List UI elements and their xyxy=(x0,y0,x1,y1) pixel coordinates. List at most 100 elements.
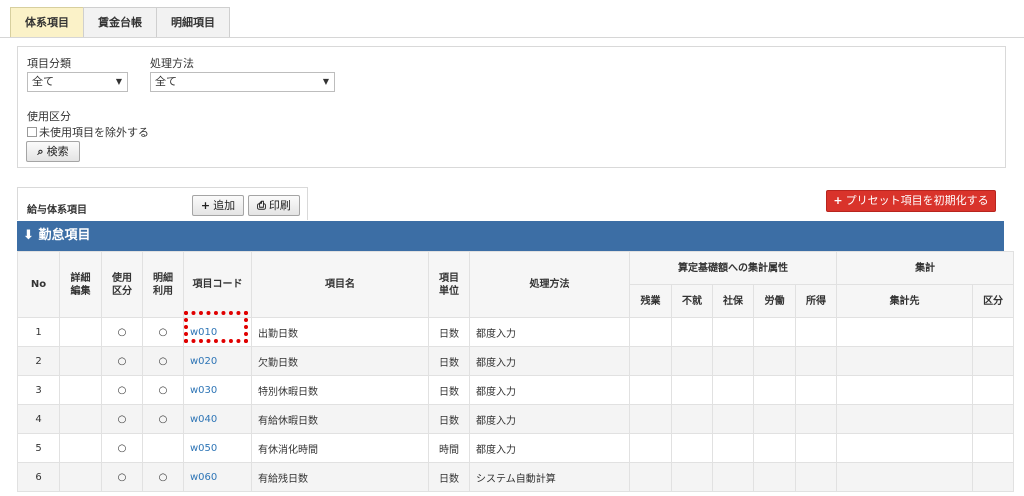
arrow-down-icon: ⬇ xyxy=(23,228,34,243)
col-header-no: No xyxy=(17,251,60,318)
cell-agg-target xyxy=(836,375,974,405)
filter-panel: 項目分類 全て ▼ 処理方法 全て ▼ 使用区分 未使用項目を除外する ⌕ 検索 xyxy=(17,46,1006,168)
col-header-detail-edit: 詳細 編集 xyxy=(59,251,102,318)
method-select-value: 全て xyxy=(155,75,177,88)
item-code-link[interactable]: w020 xyxy=(190,356,217,367)
cell-method: 都度入力 xyxy=(469,375,630,405)
cell-social-ins xyxy=(712,462,754,492)
category-select[interactable]: 全て ▼ xyxy=(27,72,128,92)
cell-detail-edit[interactable] xyxy=(59,404,102,434)
cell-detail-edit[interactable] xyxy=(59,346,102,376)
table-row: 3 ○ ○ w030 特別休暇日数 日数 都度入力 xyxy=(17,375,1015,405)
cell-income-tax xyxy=(794,317,838,347)
cell-method: 都度入力 xyxy=(469,433,630,463)
cell-no: 5 xyxy=(17,433,60,463)
cell-method: 都度入力 xyxy=(469,346,630,376)
col-header-use: 使用 区分 xyxy=(101,251,143,318)
cell-unit: 日数 xyxy=(428,404,470,434)
cell-item-name: 出勤日数 xyxy=(251,317,429,347)
cell-income-tax xyxy=(794,433,838,463)
cell-detail-edit[interactable] xyxy=(59,462,102,492)
exclude-unused-checkbox[interactable] xyxy=(27,127,37,137)
item-code-link[interactable]: w030 xyxy=(190,385,217,396)
item-code-link[interactable]: w060 xyxy=(190,472,217,483)
plus-icon: + xyxy=(200,199,211,212)
cell-use: ○ xyxy=(101,375,143,405)
print-button[interactable]: ⎙ 印刷 xyxy=(248,195,300,216)
printer-icon: ⎙ xyxy=(257,199,266,212)
cell-method: 都度入力 xyxy=(469,404,630,434)
cell-non-work xyxy=(671,346,713,376)
cell-no: 2 xyxy=(17,346,60,376)
cell-agg-type xyxy=(972,404,1015,434)
print-button-label: 印刷 xyxy=(268,199,291,212)
item-code-link[interactable]: w010 xyxy=(190,327,217,338)
section-title: 給与体系項目 xyxy=(27,205,87,216)
cell-detail-edit[interactable] xyxy=(59,433,102,463)
add-button[interactable]: + 追加 xyxy=(192,195,244,216)
col-header-method: 処理方法 xyxy=(469,251,630,318)
cell-non-work xyxy=(671,462,713,492)
cell-item-name: 欠勤日数 xyxy=(251,346,429,376)
cell-social-ins xyxy=(712,433,754,463)
cell-detail-edit[interactable] xyxy=(59,317,102,347)
cell-detail-use: ○ xyxy=(142,346,184,376)
tab-system-items[interactable]: 体系項目 xyxy=(10,7,84,38)
reset-preset-button[interactable]: + プリセット項目を初期化する xyxy=(826,190,996,212)
cell-unit: 日数 xyxy=(428,462,470,492)
search-button-label: 検索 xyxy=(46,145,69,158)
col-header-social-ins: 社保 xyxy=(712,284,754,318)
table-row: 4 ○ ○ w040 有給休暇日数 日数 都度入力 xyxy=(17,404,1015,434)
cell-agg-type xyxy=(972,346,1015,376)
items-table: No 詳細 編集 使用 区分 明細 利用 項目コード 項目名 項目 単位 処理方… xyxy=(17,251,1015,492)
table-row: 1 ○ ○ w010 出勤日数 日数 都度入力 xyxy=(17,317,1015,347)
cell-agg-target xyxy=(836,346,974,376)
col-header-detail-use: 明細 利用 xyxy=(142,251,184,318)
item-code-link[interactable]: w040 xyxy=(190,414,217,425)
exclude-unused-row[interactable]: 未使用項目を除外する xyxy=(27,124,149,140)
tab-bar: 体系項目 賃金台帳 明細項目 xyxy=(10,7,230,38)
cell-use: ○ xyxy=(101,346,143,376)
col-header-agg-target: 集計先 xyxy=(836,284,974,318)
section-header: 給与体系項目 + 追加 ⎙ 印刷 xyxy=(17,187,308,220)
cell-unit: 日数 xyxy=(428,375,470,405)
cell-agg-target xyxy=(836,404,974,434)
cell-social-ins xyxy=(712,317,754,347)
cell-detail-edit[interactable] xyxy=(59,375,102,405)
cell-labor-ins xyxy=(753,346,796,376)
cell-overtime xyxy=(629,317,672,347)
table-row: 5 ○ w050 有休消化時間 時間 都度入力 xyxy=(17,433,1015,463)
tab-wage-ledger[interactable]: 賃金台帳 xyxy=(83,7,157,38)
cell-non-work xyxy=(671,404,713,434)
cell-overtime xyxy=(629,433,672,463)
chevron-down-icon: ▼ xyxy=(322,77,329,86)
cell-item-name: 有給残日数 xyxy=(251,462,429,492)
cell-detail-use xyxy=(142,433,184,463)
table-row: 6 ○ ○ w060 有給残日数 日数 システム自動計算 xyxy=(17,462,1015,492)
col-header-agg-group: 集計 xyxy=(836,251,1015,285)
col-header-calc-group: 算定基礎額への集計属性 xyxy=(628,251,838,285)
cell-non-work xyxy=(671,317,713,347)
plus-icon: + xyxy=(833,194,843,207)
cell-agg-type xyxy=(972,462,1015,492)
cell-labor-ins xyxy=(753,404,796,434)
cell-detail-use: ○ xyxy=(142,375,184,405)
cell-income-tax xyxy=(794,462,838,492)
method-select[interactable]: 全て ▼ xyxy=(150,72,335,92)
category-select-value: 全て xyxy=(32,75,54,88)
cell-non-work xyxy=(671,375,713,405)
tab-detail-items[interactable]: 明細項目 xyxy=(156,7,230,38)
cell-unit: 日数 xyxy=(428,317,470,347)
cell-unit: 日数 xyxy=(428,346,470,376)
exclude-unused-label: 未使用項目を除外する xyxy=(39,126,149,139)
item-code-link[interactable]: w050 xyxy=(190,443,217,454)
attendance-band: ⬇ 勤怠項目 xyxy=(17,221,1004,251)
col-header-income-tax: 所得 xyxy=(794,284,838,318)
cell-no: 4 xyxy=(17,404,60,434)
cell-non-work xyxy=(671,433,713,463)
search-button[interactable]: ⌕ 検索 xyxy=(26,141,80,162)
col-header-code: 項目コード xyxy=(183,251,252,318)
cell-social-ins xyxy=(712,404,754,434)
col-header-name: 項目名 xyxy=(251,251,429,318)
cell-item-name: 特別休暇日数 xyxy=(251,375,429,405)
